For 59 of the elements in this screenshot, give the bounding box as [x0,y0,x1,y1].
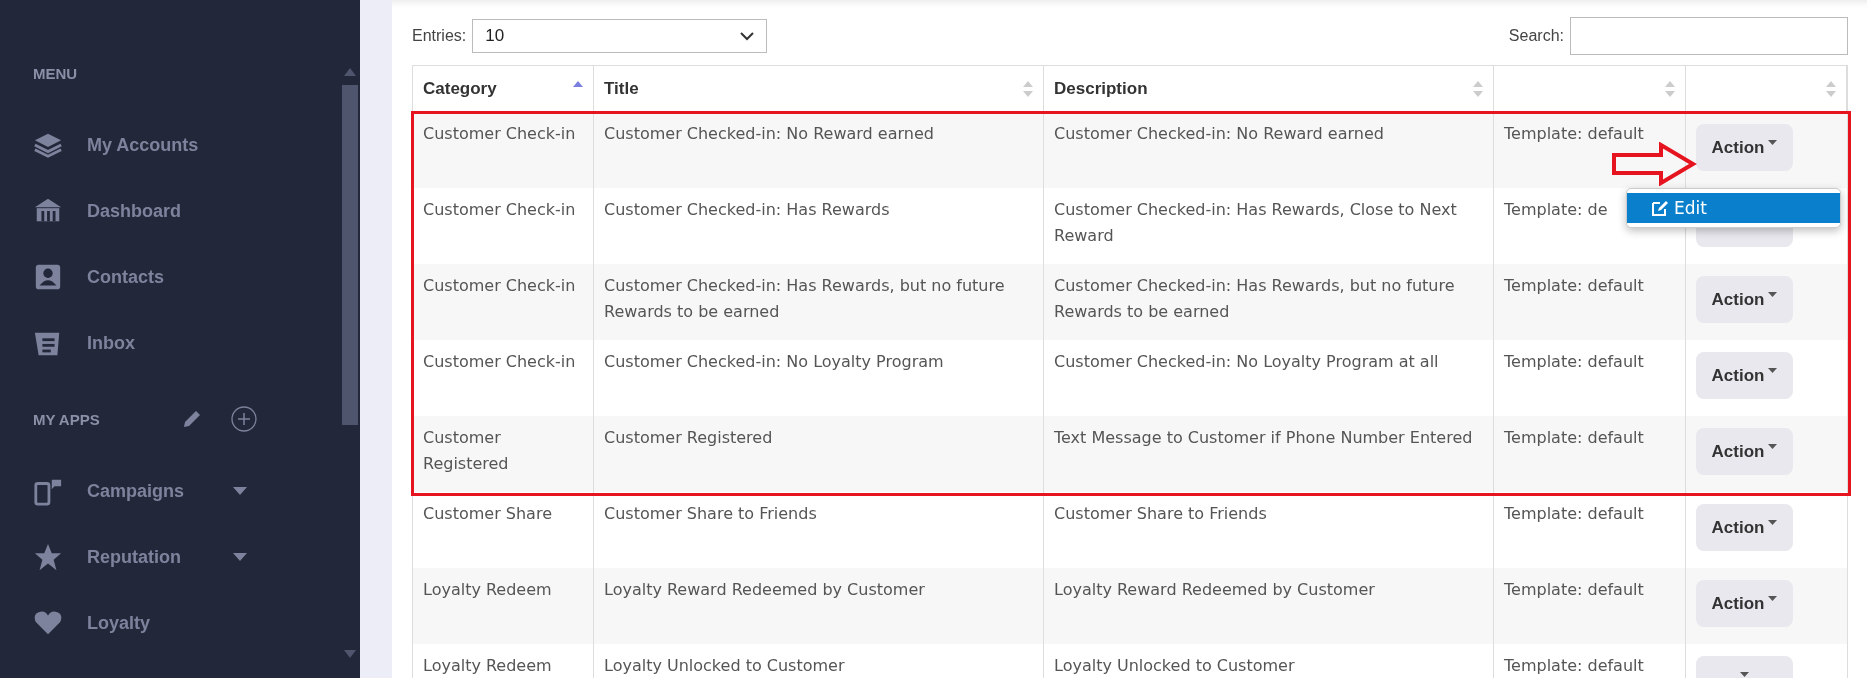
table-cell: Loyalty Redeem [413,568,594,644]
table-cell: Loyalty Reward Redeemed by Customer [1044,568,1494,644]
caret-icon [1768,596,1778,601]
section-heading: MY APPS [33,410,101,428]
pencil-icon[interactable] [181,408,203,430]
entries-label: Entries: [412,27,467,45]
caret-icon[interactable] [233,487,247,495]
search-field[interactable] [1570,17,1848,55]
action-button[interactable]: Action [1696,352,1793,399]
sidebar-item[interactable]: Reputation [87,546,209,568]
table-cell: Customer Registered [594,416,1044,492]
sidebar-item[interactable]: My Accounts [87,134,307,156]
action-button[interactable]: Action [1696,124,1793,171]
table-cell: Customer Checked-in: No Reward earned [1044,112,1494,188]
caret-icon [1740,672,1749,677]
sidebar-item[interactable]: Contacts [87,266,307,288]
table-cell: Template: default [1494,416,1686,492]
table-cell: Loyalty Unlocked to Customer [594,644,1044,678]
column-header[interactable]: Title [594,66,1044,112]
caret-icon [1768,444,1778,449]
menu-item[interactable]: Edit [1627,193,1840,223]
table-cell: Customer Checked-in: Has Rewards, but no future Rewards to be earned [1044,264,1494,340]
table-cell: Loyalty Redeem [413,644,594,678]
sidebar-item[interactable]: Loyalty [87,612,307,634]
caret-icon[interactable] [233,553,247,561]
table-cell: Template: default [1494,112,1686,188]
chevron-down-icon [740,31,755,41]
caret-icon [1768,368,1778,373]
column-header[interactable]: Description [1044,66,1494,112]
add-icon[interactable] [231,406,257,432]
action-button[interactable]: Action [1696,428,1793,475]
sidebar-item[interactable]: Inbox [87,332,307,354]
sidebar-item[interactable]: Campaigns [87,480,209,502]
table-cell: Template: default [1494,568,1686,644]
table-cell: Customer Check-in [413,112,594,188]
table-cell: Customer Registered [413,416,594,492]
edit-icon [1651,199,1668,217]
action-button[interactable]: Action [1696,504,1793,551]
action-button[interactable]: Action [1696,580,1793,627]
table-cell: Template: default [1494,264,1686,340]
caret-icon [1768,520,1778,525]
scrollbar-thumb[interactable] [342,85,358,425]
table-cell: Customer Checked-in: No Reward earned [594,112,1044,188]
column-header[interactable]: Category [413,66,594,112]
table-cell: Template: default [1494,644,1686,678]
nav-icon[interactable] [33,542,63,572]
table-cell: Customer Checked-in: Has Rewards, but no future Rewards to be earned [594,264,1044,340]
table-cell: Text Message to Customer if Phone Number Entered [1044,416,1494,492]
table-cell: Loyalty Unlocked to Customer [1044,644,1494,678]
entries-select[interactable]: 10 [472,19,768,53]
nav-icon[interactable] [33,262,63,292]
table-cell: Customer Check-in [413,264,594,340]
action-button[interactable]: Action [1696,276,1793,323]
search-label: Search: [1508,27,1564,45]
section-heading: MENU [33,64,79,82]
sidebar-item[interactable]: Dashboard [87,200,307,222]
table-cell: Loyalty Reward Redeemed by Customer [594,568,1044,644]
caret-icon [1768,292,1778,297]
caret-icon [1768,140,1778,145]
